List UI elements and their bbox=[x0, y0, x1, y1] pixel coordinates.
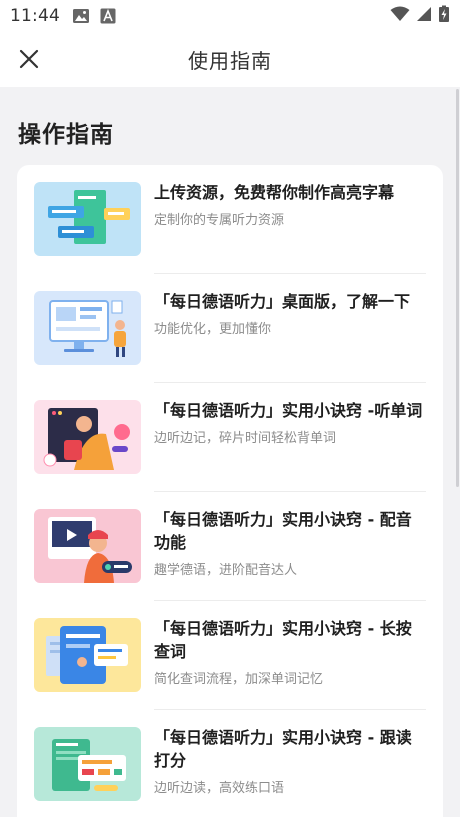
guide-thumbnail bbox=[34, 182, 141, 256]
guide-list-card: 上传资源，免费帮你制作高亮字幕 定制你的专属听力资源 「每日德语听力」桌面版，了… bbox=[17, 165, 443, 817]
section-title: 操作指南 bbox=[18, 122, 114, 148]
guide-item-long-press-lookup[interactable]: 「每日德语听力」实用小诀窍 - 长按查词 简化查词流程，加深单词记忆 bbox=[34, 601, 426, 710]
guide-subtitle: 边听边读，高效练口语 bbox=[154, 781, 285, 796]
guide-item-upload-subtitles[interactable]: 上传资源，免费帮你制作高亮字幕 定制你的专属听力资源 bbox=[34, 165, 426, 274]
guide-item-desktop-version[interactable]: 「每日德语听力」桌面版，了解一下 功能优化，更加懂你 bbox=[34, 274, 426, 383]
guide-item-dubbing[interactable]: 「每日德语听力」实用小诀窍 - 配音功能 趣学德语，进阶配音达人 bbox=[34, 492, 426, 601]
guide-item-listen-words[interactable]: 「每日德语听力」实用小诀窍 -听单词 边听边记，碎片时间轻松背单词 bbox=[34, 383, 426, 492]
scrollbar[interactable] bbox=[456, 89, 459, 487]
font-a-icon bbox=[100, 8, 116, 24]
guide-title: 「每日德语听力」桌面版，了解一下 bbox=[154, 292, 411, 311]
guide-thumbnail bbox=[34, 727, 141, 801]
guide-title: 「每日德语听力」实用小诀窍 - 配音功能 bbox=[154, 510, 412, 552]
image-icon bbox=[72, 8, 90, 24]
guide-thumbnail bbox=[34, 618, 141, 692]
status-right-group bbox=[390, 5, 450, 27]
page-title: 使用指南 bbox=[188, 49, 272, 73]
main-content[interactable]: 操作指南 上传资源，免费帮你制作高亮字幕 定制你的专属听力资源 「每日德语听力」… bbox=[0, 87, 460, 817]
guide-subtitle: 趣学德语，进阶配音达人 bbox=[154, 563, 298, 578]
guide-title: 上传资源，免费帮你制作高亮字幕 bbox=[154, 183, 395, 202]
guide-subtitle: 定制你的专属听力资源 bbox=[154, 213, 285, 228]
guide-thumbnail bbox=[34, 400, 141, 474]
battery-charging-icon bbox=[438, 5, 450, 27]
guide-item-read-along-score[interactable]: 「每日德语听力」实用小诀窍 - 跟读打分 边听边读，高效练口语 bbox=[34, 710, 426, 817]
guide-thumbnail bbox=[34, 291, 141, 365]
status-bar: 11:44 bbox=[0, 0, 460, 32]
wifi-icon bbox=[390, 6, 410, 26]
guide-subtitle: 边听边记，碎片时间轻松背单词 bbox=[154, 431, 337, 446]
close-icon[interactable] bbox=[16, 46, 42, 72]
header-bar: 使用指南 bbox=[0, 32, 460, 87]
guide-subtitle: 功能优化，更加懂你 bbox=[154, 322, 272, 337]
guide-subtitle: 简化查词流程，加深单词记忆 bbox=[154, 672, 324, 687]
guide-title: 「每日德语听力」实用小诀窍 - 跟读打分 bbox=[154, 728, 412, 770]
guide-thumbnail bbox=[34, 509, 141, 583]
status-time: 11:44 bbox=[10, 6, 60, 26]
guide-title: 「每日德语听力」实用小诀窍 -听单词 bbox=[154, 401, 423, 420]
signal-icon bbox=[416, 6, 432, 26]
guide-title: 「每日德语听力」实用小诀窍 - 长按查词 bbox=[154, 619, 412, 661]
